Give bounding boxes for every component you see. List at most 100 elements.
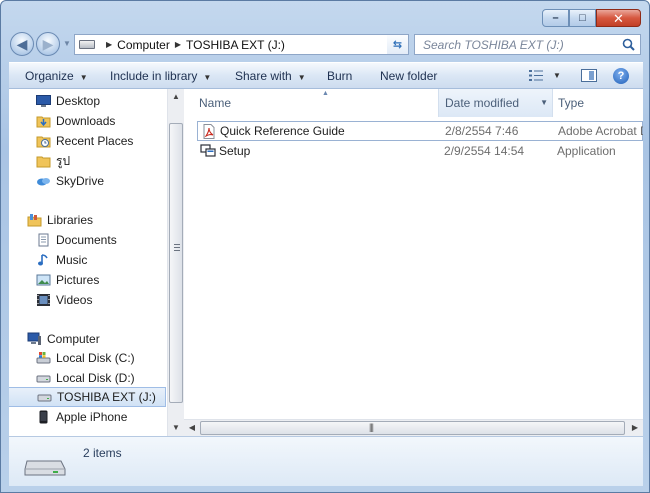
breadcrumb-toshiba-ext[interactable]: TOSHIBA EXT (J:) [186, 38, 285, 52]
nav-item-label: Local Disk (C:) [56, 351, 135, 365]
refresh-button[interactable]: ⇆ [387, 34, 409, 55]
minimize-icon: – [552, 11, 559, 24]
maximize-button[interactable]: □ [569, 9, 596, 27]
pictures-icon [36, 274, 51, 286]
column-header-date-modified[interactable]: Date modified ▼ [438, 89, 553, 117]
help-icon[interactable]: ? [613, 68, 629, 84]
drive-icon [79, 40, 95, 49]
organize-label: Organize [25, 69, 74, 83]
address-bar[interactable]: ▶ Computer ▶ TOSHIBA EXT (J:) ▼ [74, 34, 409, 55]
scroll-down-arrow-icon[interactable]: ▼ [168, 420, 184, 436]
nav-item-label: Local Disk (D:) [56, 371, 135, 385]
nav-item-apple-iphone[interactable]: Apple iPhone [9, 407, 165, 427]
nav-item-documents[interactable]: Documents [9, 230, 165, 250]
change-view-icon[interactable] [529, 69, 544, 82]
caption-buttons: – □ ✕ [542, 9, 641, 27]
nav-item-desktop[interactable]: Desktop [9, 91, 165, 111]
nav-item-videos[interactable]: Videos [9, 290, 165, 310]
view-options-dropdown[interactable]: ▼ [553, 71, 561, 80]
nav-item-skydrive[interactable]: SkyDrive [9, 171, 165, 191]
recent-places-icon [36, 136, 51, 148]
breadcrumb-computer[interactable]: Computer [117, 38, 170, 52]
navigation-pane-scrollbar[interactable]: ▲ ▼ [167, 89, 184, 436]
computer-icon [27, 332, 41, 345]
setup-application-icon [200, 144, 216, 157]
folder-icon [36, 156, 51, 168]
file-list-horizontal-scrollbar[interactable]: ◀ ||| ▶ [184, 419, 643, 436]
file-row[interactable]: Setup 2/9/2554 14:54 Application [197, 141, 643, 161]
file-name: Setup [219, 144, 251, 158]
file-type: Adobe Acrobat D [558, 124, 643, 138]
file-date-modified: 2/8/2554 7:46 [445, 124, 519, 138]
drive-icon [37, 394, 52, 402]
chevron-down-icon: ▼ [203, 73, 212, 82]
breadcrumb: ▶ Computer ▶ TOSHIBA EXT (J:) [101, 38, 394, 52]
music-icon [38, 254, 48, 266]
include-in-library-button[interactable]: Include in library ▼ [110, 69, 211, 83]
file-date-modified: 2/9/2554 14:54 [444, 144, 525, 158]
new-folder-button[interactable]: New folder [380, 69, 437, 83]
nav-item-label: Documents [56, 233, 117, 247]
nav-item-local-disk-d[interactable]: Local Disk (D:) [9, 368, 165, 388]
scroll-up-arrow-icon[interactable]: ▲ [168, 89, 184, 105]
sort-ascending-icon: ▲ [322, 90, 329, 97]
chevron-down-icon: ▼ [63, 39, 71, 48]
desktop-icon [36, 95, 51, 107]
column-header-label: Type [558, 96, 585, 110]
file-type: Application [557, 144, 616, 158]
nav-item-label: Computer [47, 332, 100, 346]
back-arrow-icon: ◀ [16, 35, 28, 52]
details-pane: 2 items [9, 436, 643, 486]
scroll-left-arrow-icon[interactable]: ◀ [184, 420, 200, 436]
downloads-folder-icon [36, 116, 51, 128]
column-header-label: Date modified [445, 96, 520, 110]
scrollbar-thumb[interactable] [169, 123, 183, 403]
close-icon: ✕ [613, 10, 624, 26]
forward-arrow-icon: ▶ [42, 35, 54, 52]
nav-item-label: Downloads [56, 114, 116, 128]
forward-button[interactable]: ▶ [36, 32, 60, 56]
nav-item-label: Apple iPhone [56, 410, 128, 424]
preview-pane-icon[interactable] [581, 69, 597, 82]
burn-button[interactable]: Burn [327, 69, 352, 83]
chevron-down-icon: ▼ [297, 73, 306, 82]
minimize-button[interactable]: – [542, 9, 569, 27]
search-input[interactable]: Search TOSHIBA EXT (J:) [414, 34, 641, 55]
close-button[interactable]: ✕ [596, 9, 641, 27]
back-button[interactable]: ◀ [10, 32, 34, 56]
nav-item-music[interactable]: Music [9, 250, 165, 270]
file-row[interactable]: Quick Reference Guide 2/8/2554 7:46 Adob… [197, 121, 643, 141]
search-icon[interactable] [622, 38, 635, 51]
documents-icon [38, 233, 49, 247]
organize-button[interactable]: Organize ▼ [25, 69, 88, 83]
nav-item-computer[interactable]: Computer [9, 329, 165, 349]
videos-icon [37, 294, 50, 306]
recent-pages-dropdown[interactable]: ▼ [63, 39, 71, 48]
nav-item-pictures[interactable]: Pictures [9, 270, 165, 290]
nav-item-libraries[interactable]: Libraries [9, 210, 165, 230]
refresh-icon: ⇆ [392, 39, 403, 51]
share-with-button[interactable]: Share with ▼ [235, 69, 306, 83]
include-in-library-label: Include in library [110, 69, 198, 83]
drive-icon [36, 375, 51, 383]
column-header-name[interactable]: Name ▲ [194, 89, 438, 117]
nav-item-label: Music [56, 253, 88, 267]
chevron-down-icon[interactable]: ▼ [540, 98, 548, 107]
scroll-right-arrow-icon[interactable]: ▶ [627, 420, 643, 436]
scrollbar-thumb[interactable]: ||| [200, 421, 625, 435]
file-list-pane: Name ▲ Date modified ▼ Type Quick Refere… [184, 89, 643, 436]
breadcrumb-arrow-icon[interactable]: ▶ [175, 40, 181, 49]
nav-item-recent-places[interactable]: Recent Places [9, 131, 165, 151]
pdf-icon [203, 124, 215, 139]
explorer-window: – □ ✕ ◀ ▶ ▼ ▶ Computer ▶ TOSHIBA EXT (J:… [0, 0, 650, 493]
nav-item-thai-folder[interactable]: รูป [9, 151, 165, 171]
nav-item-toshiba-ext[interactable]: TOSHIBA EXT (J:) [9, 387, 166, 407]
nav-item-local-disk-c[interactable]: Local Disk (C:) [9, 348, 165, 368]
maximize-icon: □ [579, 11, 586, 24]
iphone-icon [39, 410, 48, 424]
column-header-type[interactable]: Type [553, 89, 643, 117]
nav-item-downloads[interactable]: Downloads [9, 111, 165, 131]
breadcrumb-arrow-icon[interactable]: ▶ [106, 40, 112, 49]
command-bar: Organize ▼ Include in library ▼ Share with… [9, 62, 643, 89]
share-with-label: Share with [235, 69, 292, 83]
